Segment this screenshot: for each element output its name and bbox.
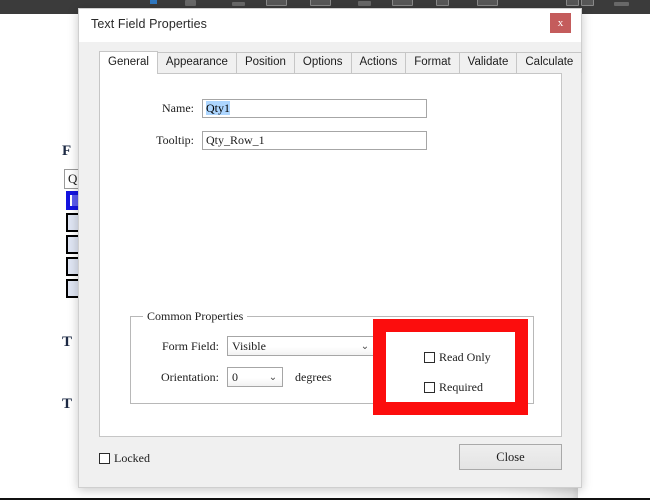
dialog-titlebar[interactable]: Text Field Properties x [79,9,581,42]
tab-format[interactable]: Format [405,52,460,73]
degrees-label: degrees [295,369,332,384]
tab-validate[interactable]: Validate [458,52,518,73]
toolbar-icon[interactable] [310,0,331,6]
chevron-down-icon: ⌄ [360,340,370,352]
read-only-checkbox[interactable]: Read Only [424,350,491,365]
right-gutter [578,14,650,500]
tooltip-label: Tooltip: [156,133,194,147]
tab-position[interactable]: Position [235,52,295,73]
tooltip-field-row: Tooltip: Qty_Row_1 [128,131,427,150]
toolbar-icon[interactable] [477,0,498,6]
orientation-label: Orientation: [161,369,219,384]
name-label: Name: [162,101,194,115]
dialog-title: Text Field Properties [91,17,208,31]
common-properties-legend: Common Properties [143,309,248,324]
tooltip-input-value: Qty_Row_1 [206,133,265,147]
orientation-row: Orientation: 0 ⌄ degrees [137,367,332,387]
toolbar-icon[interactable] [581,0,594,6]
toolbar-icon[interactable] [614,2,629,6]
toolbar-icon[interactable] [566,0,579,6]
orientation-value: 0 [232,369,238,384]
form-field-label: Form Field: [161,338,219,353]
toolbar-icon[interactable] [232,2,245,6]
text-field-properties-dialog: Text Field Properties x General Appearan… [78,8,583,488]
toolbar-icon[interactable] [436,0,449,6]
dialog-footer: Locked Close [79,437,581,487]
toolbar-icon[interactable] [266,0,287,6]
checkbox-icon [424,352,435,363]
locked-checkbox[interactable]: Locked [99,451,150,466]
name-field-row: Name: Qty1 [128,99,427,118]
tab-actions[interactable]: Actions [350,52,407,73]
name-input[interactable]: Qty1 [202,99,427,118]
form-field-visibility-select[interactable]: Visible ⌄ [227,336,375,356]
form-field-visibility-value: Visible [232,338,266,353]
checkbox-icon [424,382,435,393]
close-icon[interactable]: x [550,13,571,33]
tooltip-input[interactable]: Qty_Row_1 [202,131,427,150]
locked-label: Locked [114,451,150,465]
required-label: Required [439,380,483,394]
required-checkbox[interactable]: Required [424,380,483,395]
read-only-label: Read Only [439,350,491,364]
close-button[interactable]: Close [459,444,562,470]
annotation-highlight-box: Read Only Required [373,319,528,415]
tab-general[interactable]: General [99,51,158,74]
form-field-row: Form Field: Visible ⌄ [137,336,375,356]
tab-options[interactable]: Options [293,52,352,73]
toolbar-icon[interactable] [392,0,413,6]
toolbar-accent-marker [150,0,157,4]
tab-appearance[interactable]: Appearance [156,52,237,73]
name-input-value: Qty1 [206,101,230,115]
tab-calculate[interactable]: Calculate [516,52,583,73]
chevron-down-icon: ⌄ [268,371,278,383]
toolbar-icon[interactable] [358,1,371,6]
checkbox-icon [99,453,110,464]
orientation-select[interactable]: 0 ⌄ [227,367,283,387]
properties-tabstrip: General Appearance Position Options Acti… [99,51,583,74]
toolbar-icon[interactable] [185,0,196,6]
